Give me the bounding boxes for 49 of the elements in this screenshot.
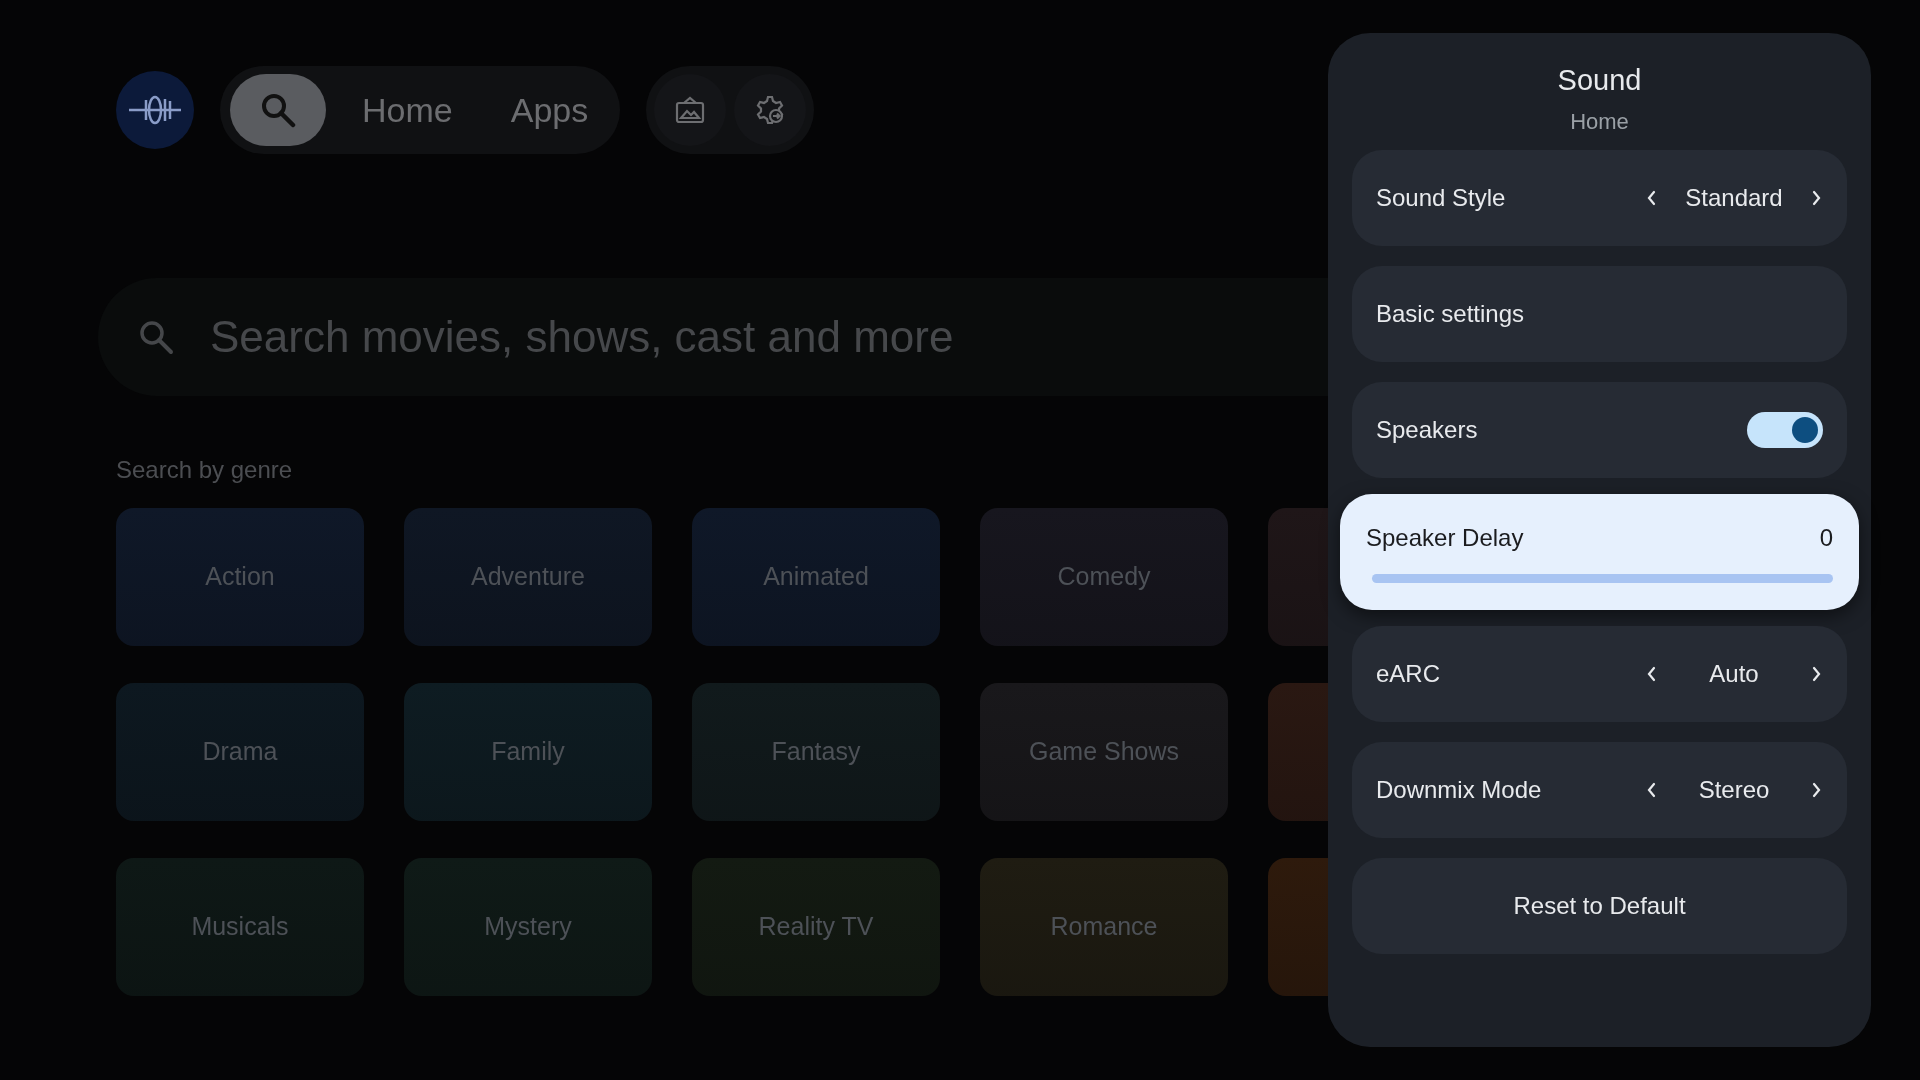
genre-tile[interactable]: Reality TV [692,858,940,996]
genre-tile[interactable]: Fantasy [692,683,940,821]
nav-tab[interactable]: Apps [488,74,611,146]
search-icon [260,92,296,128]
panel-subtitle: Home [1569,107,1630,136]
panel-title: Sound [1556,63,1643,98]
genre-tile[interactable]: Family [404,683,652,821]
search-field[interactable]: Search movies, shows, cast and more [208,303,1308,371]
setting-row[interactable]: eARC Auto [1352,625,1847,722]
genre-tile[interactable]: Action [116,508,364,646]
nav-tab[interactable]: Home [340,74,475,146]
chevron-right-icon[interactable] [1811,664,1823,683]
genre-tile[interactable]: Animated [692,508,940,646]
setting-row[interactable]: Speaker Delay 0 [1340,493,1859,610]
genre-tile[interactable]: Adventure [404,508,652,646]
setting-label: Basic settings [1376,298,1525,329]
setting-label: Sound Style [1376,182,1506,213]
genre-tile[interactable]: Drama [116,683,364,821]
section-heading: Search by genre [116,455,294,485]
toggle-switch[interactable] [1747,411,1823,448]
search-icon [138,319,174,355]
setting-label: Downmix Mode [1376,774,1542,805]
setting-value: 0 [1819,523,1833,553]
genre-tile[interactable]: Comedy [980,508,1228,646]
search-tab[interactable] [230,74,326,146]
genre-tile[interactable]: Mystery [404,858,652,996]
settings-button[interactable] [734,74,807,146]
setting-row[interactable]: Speakers [1352,381,1847,478]
picture-frame-icon [675,96,706,124]
setting-label: Speakers [1376,414,1478,445]
chevron-left-icon[interactable] [1645,664,1657,683]
genre-tile[interactable]: Game Shows [980,683,1228,821]
reset-button[interactable]: Reset to Default [1352,857,1847,954]
slider-track[interactable] [1372,574,1833,583]
genre-tile[interactable]: Musicals [116,858,364,996]
genre-tile[interactable]: Romance [980,858,1228,996]
chevron-right-icon[interactable] [1811,780,1823,799]
ambient-button[interactable] [654,74,727,146]
setting-row[interactable]: Basic settings [1352,265,1847,362]
chevron-left-icon[interactable] [1645,780,1657,799]
chevron-right-icon[interactable] [1811,188,1823,207]
setting-value: Standard [1684,182,1784,213]
chevron-left-icon[interactable] [1645,188,1657,207]
setting-value: Stereo [1697,774,1771,805]
setting-row[interactable]: Downmix Mode Stereo [1352,741,1847,838]
setting-row[interactable]: Sound Style Standard [1352,149,1847,246]
setting-value: Auto [1708,658,1760,689]
setting-label: eARC [1376,658,1441,689]
setting-label: Speaker Delay [1366,523,1524,553]
